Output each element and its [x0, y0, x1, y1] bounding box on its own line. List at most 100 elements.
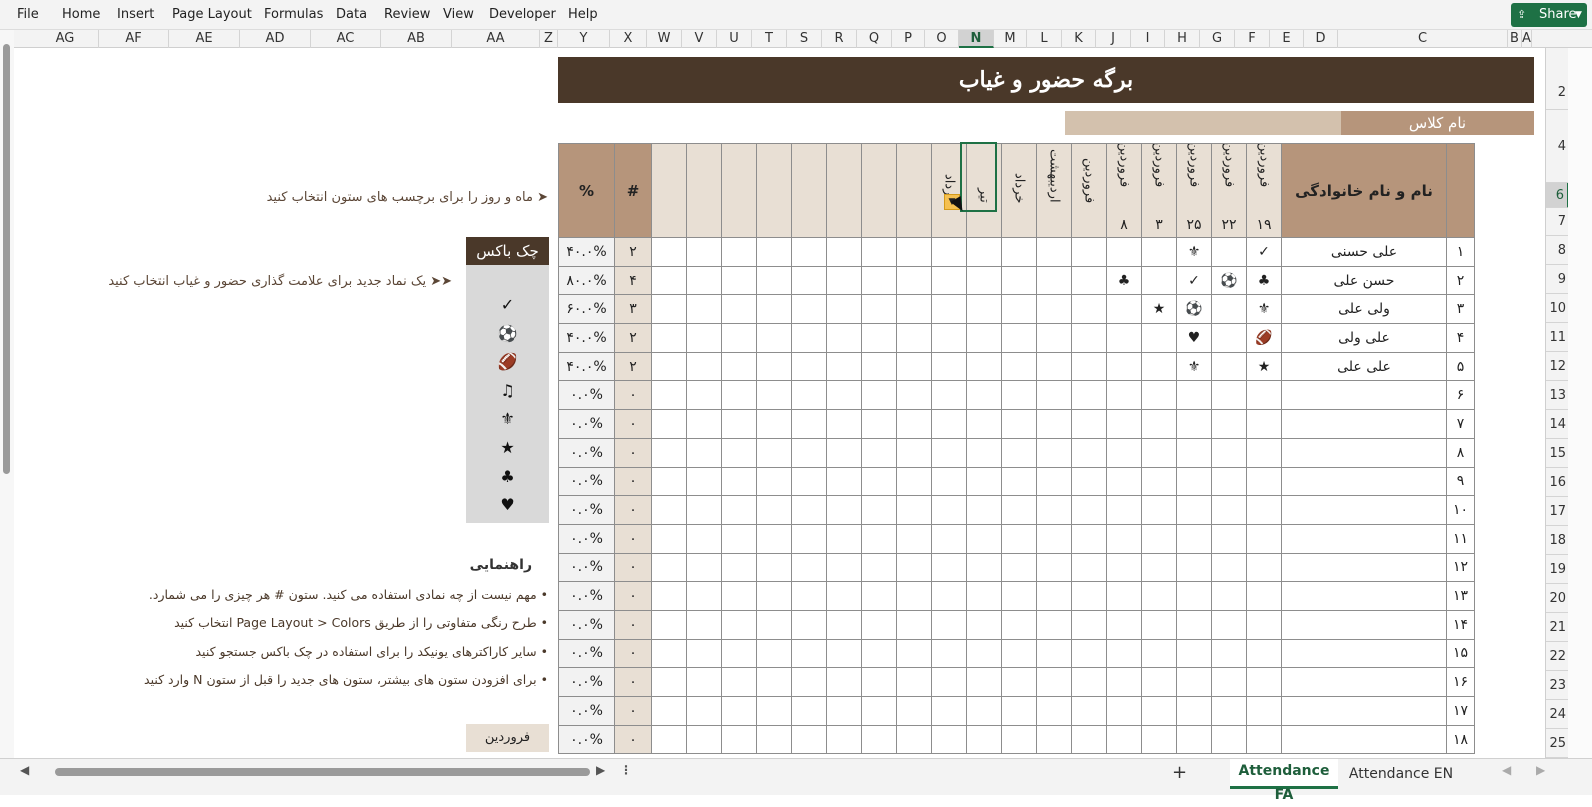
- attendance-cell[interactable]: [1141, 265, 1177, 296]
- row-header-9[interactable]: 9: [1546, 265, 1569, 294]
- attendance-cell[interactable]: [1211, 609, 1247, 640]
- attendance-cell[interactable]: [1071, 380, 1107, 411]
- row-header-12[interactable]: 12: [1546, 352, 1569, 381]
- row-header-19[interactable]: 19: [1546, 555, 1569, 584]
- attendance-cell[interactable]: [1001, 638, 1037, 669]
- attendance-cell[interactable]: [1036, 466, 1072, 497]
- attendance-cell[interactable]: [1141, 552, 1177, 583]
- attendance-cell[interactable]: [896, 437, 932, 468]
- attendance-cell[interactable]: [1071, 466, 1107, 497]
- column-header-a[interactable]: A: [1522, 30, 1532, 48]
- count-cell[interactable]: ۰: [614, 667, 652, 697]
- count-cell[interactable]: ۰: [614, 466, 652, 497]
- attendance-cell[interactable]: [1106, 294, 1142, 325]
- attendance-cell[interactable]: [861, 724, 897, 755]
- attendance-cell[interactable]: [721, 437, 757, 468]
- attendance-cell[interactable]: [651, 552, 687, 583]
- column-header-c[interactable]: C: [1338, 30, 1508, 48]
- student-name-cell[interactable]: [1281, 523, 1447, 554]
- attendance-cell[interactable]: [1246, 581, 1282, 611]
- attendance-cell[interactable]: [896, 696, 932, 726]
- attendance-cell[interactable]: [791, 724, 827, 755]
- attendance-cell[interactable]: [1071, 724, 1107, 755]
- attendance-cell[interactable]: [651, 609, 687, 640]
- attendance-cell[interactable]: [1141, 696, 1177, 726]
- attendance-cell[interactable]: [1001, 581, 1037, 611]
- attendance-cell[interactable]: [721, 552, 757, 583]
- attendance-cell[interactable]: [756, 265, 792, 296]
- attendance-cell[interactable]: [861, 581, 897, 611]
- percent-cell[interactable]: ۰.۰%: [558, 523, 615, 554]
- menu-page-layout[interactable]: Page Layout: [172, 7, 252, 22]
- attendance-cell[interactable]: [931, 495, 967, 525]
- attendance-cell[interactable]: [966, 466, 1002, 497]
- attendance-cell[interactable]: [966, 294, 1002, 325]
- attendance-cell[interactable]: [1106, 552, 1142, 583]
- attendance-cell[interactable]: [1141, 495, 1177, 525]
- attendance-cell[interactable]: [1001, 323, 1037, 353]
- vertical-scrollbar[interactable]: [0, 30, 14, 758]
- row-header-22[interactable]: 22: [1546, 642, 1569, 671]
- percent-cell[interactable]: ۰.۰%: [558, 437, 615, 468]
- attendance-cell[interactable]: [1141, 523, 1177, 554]
- attendance-cell[interactable]: [651, 294, 687, 325]
- student-number-cell[interactable]: ۶: [1446, 380, 1475, 411]
- attendance-cell[interactable]: [966, 380, 1002, 411]
- attendance-cell[interactable]: [931, 724, 967, 755]
- attendance-cell[interactable]: [896, 581, 932, 611]
- attendance-cell[interactable]: [1036, 437, 1072, 468]
- student-number-cell[interactable]: ۱۵: [1446, 638, 1475, 669]
- percent-cell[interactable]: ۸۰.۰%: [558, 265, 615, 296]
- attendance-cell[interactable]: [756, 638, 792, 669]
- attendance-cell[interactable]: [861, 667, 897, 697]
- attendance-cell[interactable]: [686, 523, 722, 554]
- prev-sheet-icon[interactable]: ◀: [1502, 763, 1511, 777]
- attendance-cell[interactable]: [1141, 609, 1177, 640]
- attendance-cell[interactable]: [931, 294, 967, 325]
- attendance-cell[interactable]: [756, 609, 792, 640]
- student-name-cell[interactable]: [1281, 667, 1447, 697]
- column-header-af[interactable]: AF: [99, 30, 169, 48]
- attendance-cell[interactable]: [756, 237, 792, 267]
- column-header-f[interactable]: F: [1235, 30, 1270, 48]
- date-header-empty[interactable]: [791, 143, 827, 238]
- attendance-cell[interactable]: [721, 724, 757, 755]
- attendance-cell[interactable]: [1106, 437, 1142, 468]
- attendance-cell[interactable]: [721, 323, 757, 353]
- checkbox-symbol[interactable]: ★: [466, 438, 549, 457]
- attendance-cell[interactable]: [861, 638, 897, 669]
- attendance-cell[interactable]: [1106, 724, 1142, 755]
- attendance-cell[interactable]: [1036, 552, 1072, 583]
- attendance-cell[interactable]: [861, 466, 897, 497]
- attendance-cell[interactable]: [1246, 409, 1282, 439]
- attendance-cell[interactable]: [1001, 724, 1037, 755]
- attendance-cell[interactable]: [721, 523, 757, 554]
- student-number-cell[interactable]: ۵: [1446, 351, 1475, 382]
- column-header-ab[interactable]: AB: [381, 30, 452, 48]
- attendance-cell[interactable]: [896, 724, 932, 755]
- attendance-cell[interactable]: [1211, 323, 1247, 353]
- attendance-cell[interactable]: ♣: [1246, 265, 1282, 296]
- attendance-cell[interactable]: [1036, 323, 1072, 353]
- attendance-cell[interactable]: [1036, 667, 1072, 697]
- attendance-cell[interactable]: [861, 265, 897, 296]
- attendance-cell[interactable]: [721, 351, 757, 382]
- column-header-x[interactable]: X: [610, 30, 647, 48]
- attendance-cell[interactable]: [931, 581, 967, 611]
- column-header-ad[interactable]: AD: [240, 30, 311, 48]
- attendance-cell[interactable]: [1176, 609, 1212, 640]
- attendance-cell[interactable]: [1176, 696, 1212, 726]
- attendance-cell[interactable]: [791, 581, 827, 611]
- horizontal-scroll-thumb[interactable]: [55, 768, 590, 776]
- student-name-cell[interactable]: [1281, 380, 1447, 411]
- attendance-cell[interactable]: [861, 495, 897, 525]
- attendance-cell[interactable]: [1001, 466, 1037, 497]
- count-cell[interactable]: ۰: [614, 495, 652, 525]
- attendance-cell[interactable]: 🏈: [1246, 323, 1282, 353]
- row-header-13[interactable]: 13: [1546, 381, 1569, 410]
- attendance-cell[interactable]: [651, 466, 687, 497]
- attendance-cell[interactable]: ✓: [1176, 265, 1212, 296]
- attendance-cell[interactable]: [896, 323, 932, 353]
- attendance-cell[interactable]: [1141, 724, 1177, 755]
- menu-file[interactable]: File: [17, 7, 39, 22]
